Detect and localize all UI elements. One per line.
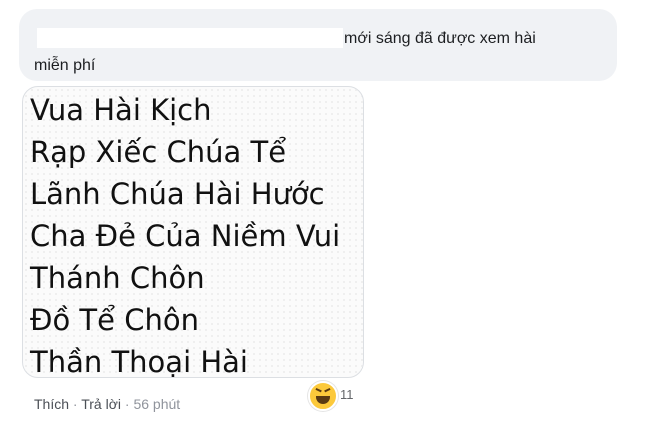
comment-text-line-1: mới sáng đã được xem hài xyxy=(344,30,536,47)
reply-link[interactable]: Trả lời xyxy=(81,396,121,412)
separator: · xyxy=(72,396,78,412)
comment-actions: Thích · Trả lời · 56 phút xyxy=(34,396,180,412)
image-text-line: Thần Thoại Hài xyxy=(30,345,248,378)
image-text-line: Đồ Tể Chôn xyxy=(30,303,199,337)
comment-image[interactable]: Vua Hài Kịch Rạp Xiếc Chúa Tể Lãnh Chúa … xyxy=(22,86,364,378)
comment-text-line-2: miễn phí xyxy=(34,57,96,74)
comment-text: mới sáng đã được xem hài miễn phí xyxy=(34,25,594,79)
image-text-line: Rạp Xiếc Chúa Tể xyxy=(30,135,287,169)
haha-icon[interactable] xyxy=(308,381,338,411)
comment-timestamp[interactable]: 56 phút xyxy=(133,396,180,412)
reaction-count[interactable]: 11 xyxy=(340,387,354,402)
like-link[interactable]: Thích xyxy=(34,396,69,412)
separator: · xyxy=(124,396,130,412)
image-text-line: Lãnh Chúa Hài Hước xyxy=(30,177,325,211)
image-text-line: Vua Hài Kịch xyxy=(30,93,212,127)
image-text-line: Thánh Chôn xyxy=(30,261,205,295)
image-text-line: Cha Đẻ Của Niềm Vui xyxy=(30,219,341,253)
